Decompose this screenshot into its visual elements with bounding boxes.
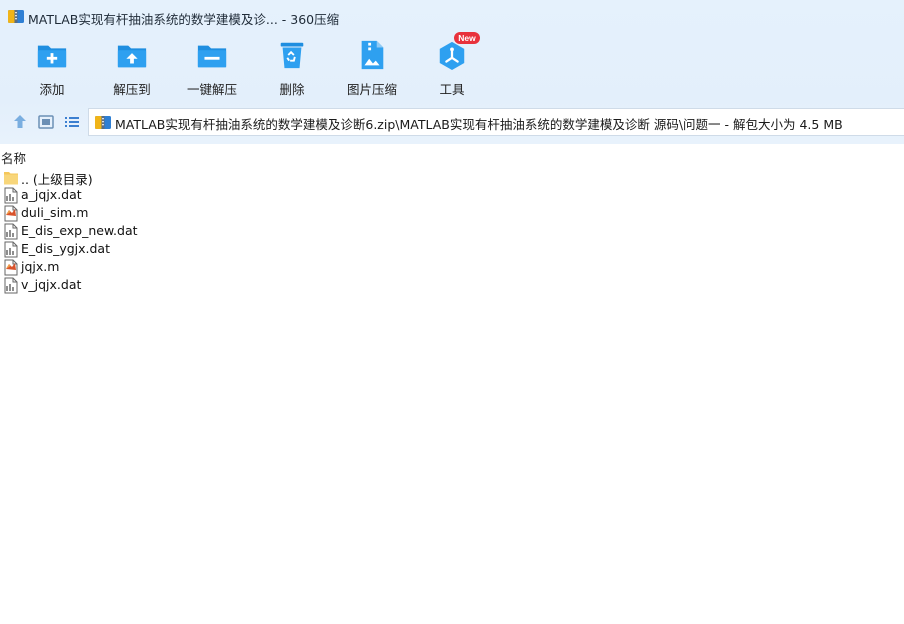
address-bar[interactable]: MATLAB实现有杆抽油系统的数学建模及诊断6.zip\MATLAB实现有杆抽油…: [88, 108, 904, 136]
folder-icon: [4, 172, 18, 185]
extract-to-label: 解压到: [113, 82, 151, 97]
new-badge: New: [454, 32, 480, 44]
recycle-bin-icon: [280, 42, 304, 69]
name-column-header[interactable]: 名称: [1, 148, 26, 167]
dat-file-icon: [4, 241, 18, 258]
file-name: jqjx.m: [21, 259, 60, 274]
file-name: E_dis_exp_new.dat: [21, 223, 138, 238]
image-compress-label: 图片压缩: [346, 82, 397, 97]
list-item-file[interactable]: E_dis_ygjx.dat: [0, 240, 300, 258]
up-arrow-icon[interactable]: [11, 113, 29, 131]
thumbnail-view-icon[interactable]: [37, 113, 55, 131]
file-name: E_dis_ygjx.dat: [21, 241, 110, 256]
tools-label: 工具: [439, 82, 465, 97]
list-item-file[interactable]: E_dis_exp_new.dat: [0, 222, 300, 240]
file-name: v_jqjx.dat: [21, 277, 82, 292]
tools-button[interactable]: 工具: [412, 36, 492, 98]
list-view-icon[interactable]: [63, 113, 81, 131]
image-compress-icon: [361, 40, 384, 70]
dat-file-icon: [4, 187, 18, 204]
360zip-app-icon: [8, 10, 24, 23]
list-item-file[interactable]: a_jqjx.dat: [0, 186, 300, 204]
toolbar: 添加 解压到 一键解压 删除 图片压缩 工具 New: [0, 32, 904, 98]
list-item-file[interactable]: jqjx.m: [0, 258, 300, 276]
extract-to-button[interactable]: 解压到: [92, 36, 172, 98]
add-button-label: 添加: [39, 82, 65, 97]
zip-archive-icon: [95, 116, 111, 129]
one-click-extract-label: 一键解压: [186, 82, 237, 97]
window-title: MATLAB实现有杆抽油系统的数学建模及诊... - 360压缩: [28, 12, 340, 27]
dat-file-icon: [4, 277, 18, 294]
matlab-file-icon: [4, 259, 18, 276]
list-item-file[interactable]: v_jqjx.dat: [0, 276, 300, 294]
matlab-file-icon: [4, 205, 18, 222]
one-click-extract-button[interactable]: 一键解压: [172, 36, 252, 98]
file-name: duli_sim.m: [21, 205, 89, 220]
title-bar: MATLAB实现有杆抽油系统的数学建模及诊... - 360压缩: [0, 0, 904, 34]
add-folder-icon: [37, 45, 67, 68]
extract-to-icon: [117, 45, 147, 68]
delete-label: 删除: [279, 82, 305, 97]
dat-file-icon: [4, 223, 18, 240]
address-row: MATLAB实现有杆抽油系统的数学建模及诊断6.zip\MATLAB实现有杆抽油…: [0, 107, 904, 137]
add-button[interactable]: 添加: [12, 36, 92, 98]
column-header[interactable]: 名称: [0, 146, 904, 166]
list-item-parent-directory[interactable]: .. (上级目录): [0, 168, 300, 187]
delete-button[interactable]: 删除: [252, 36, 332, 98]
one-click-extract-icon: [197, 45, 227, 68]
file-name: a_jqjx.dat: [21, 187, 82, 202]
image-compress-button[interactable]: 图片压缩: [332, 36, 412, 98]
list-item-file[interactable]: duli_sim.m: [0, 204, 300, 222]
address-path: MATLAB实现有杆抽油系统的数学建模及诊断6.zip\MATLAB实现有杆抽油…: [115, 117, 843, 132]
